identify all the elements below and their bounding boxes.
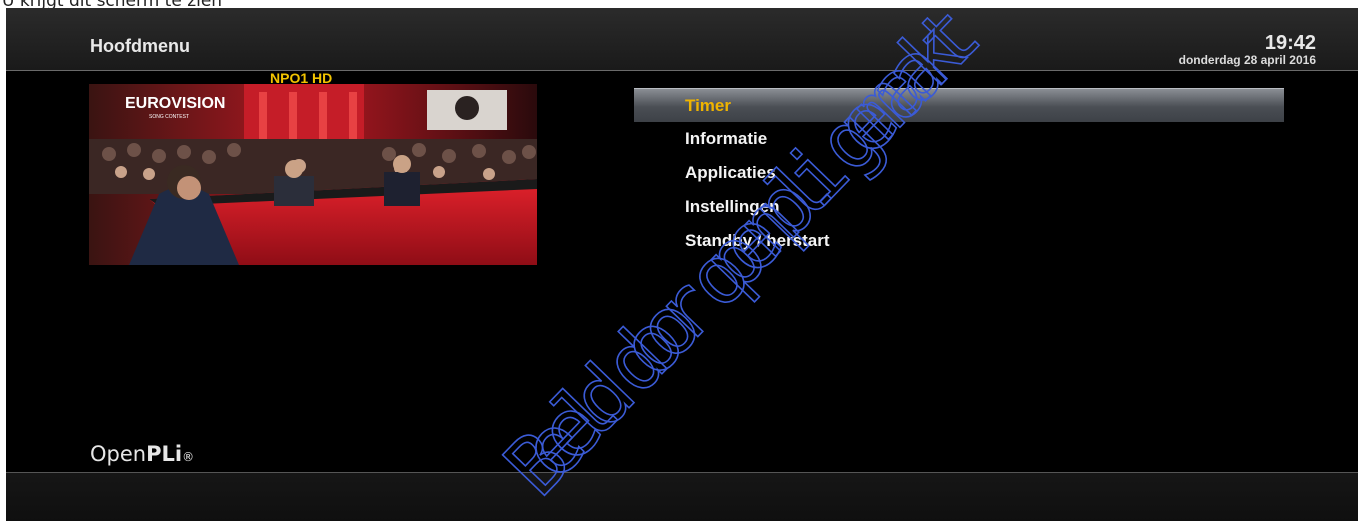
- logo-pli: PLi: [146, 442, 183, 466]
- menu-item-informatie[interactable]: Informatie: [634, 122, 1284, 156]
- logo-open: Open: [90, 442, 147, 466]
- page-title: Hoofdmenu: [90, 36, 190, 56]
- logo-mark: ®: [182, 450, 195, 464]
- clock-date: donderdag 28 april 2016: [1178, 53, 1316, 67]
- menu-item-instellingen[interactable]: Instellingen: [634, 190, 1284, 224]
- menu-item-applicaties[interactable]: Applicaties: [634, 156, 1284, 190]
- tv-preview: EUROVISION SONG CONTEST: [89, 84, 537, 265]
- menu-item-label: Informatie: [685, 129, 768, 148]
- menu-item-label: Applicaties: [685, 163, 776, 182]
- menu-item-standby-herstart[interactable]: Standby / herstart: [634, 224, 1284, 258]
- tv-preview-image: EUROVISION SONG CONTEST: [89, 84, 537, 265]
- footer-bar: [6, 472, 1358, 521]
- tv-screen: Hoofdmenu 19:42 donderdag 28 april 2016 …: [6, 8, 1358, 521]
- clock-time: 19:42: [1264, 32, 1316, 54]
- menu-item-label: Standby / herstart: [685, 231, 830, 250]
- menu-item-label: Instellingen: [685, 197, 780, 216]
- header-bar: Hoofdmenu 19:42 donderdag 28 april 2016: [6, 8, 1358, 71]
- openpli-logo: OpenPLi®: [90, 442, 194, 466]
- eurovision-subtitle: SONG CONTEST: [149, 114, 189, 120]
- eurovision-logo-text: EUROVISION: [125, 95, 225, 112]
- menu-item-timer[interactable]: Timer: [634, 88, 1284, 122]
- main-menu: Timer Informatie Applicaties Instellinge…: [634, 88, 1284, 258]
- menu-item-label: Timer: [685, 96, 731, 115]
